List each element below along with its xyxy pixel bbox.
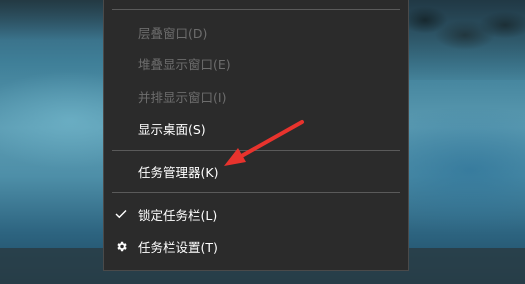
gear-icon — [114, 239, 128, 253]
menu-item-label: 任务栏设置(T) — [138, 239, 218, 255]
menu-item-label: 显示桌面(S) — [138, 121, 206, 137]
menu-item-taskbar-settings[interactable]: 任务栏设置(T) — [104, 231, 408, 261]
menu-item-stack-windows[interactable]: 堆叠显示窗口(E) — [104, 48, 408, 78]
menu-item-lock-taskbar[interactable]: 锁定任务栏(L) — [104, 199, 408, 229]
menu-item-label: 并排显示窗口(I) — [138, 89, 227, 105]
menu-item-label: 层叠窗口(D) — [138, 25, 208, 41]
menu-separator — [112, 150, 400, 151]
menu-item-task-manager[interactable]: 任务管理器(K) — [104, 156, 408, 186]
menu-item-label: 任务管理器(K) — [138, 164, 219, 180]
menu-item-label: 堆叠显示窗口(E) — [138, 56, 231, 72]
menu-separator — [112, 192, 400, 193]
wallpaper-trees-left — [0, 0, 110, 40]
menu-item-side-by-side-windows[interactable]: 并排显示窗口(I) — [104, 81, 408, 111]
menu-item-show-desktop[interactable]: 显示桌面(S) — [104, 113, 408, 143]
menu-item-cascade-windows[interactable]: 层叠窗口(D) — [104, 17, 408, 47]
menu-separator — [112, 9, 400, 10]
taskbar-context-menu: 层叠窗口(D) 堆叠显示窗口(E) 并排显示窗口(I) 显示桌面(S) 任务管理… — [103, 0, 409, 271]
checkmark-icon — [114, 207, 128, 221]
menu-item-label: 锁定任务栏(L) — [138, 207, 218, 223]
wallpaper-trees-right — [405, 0, 525, 80]
